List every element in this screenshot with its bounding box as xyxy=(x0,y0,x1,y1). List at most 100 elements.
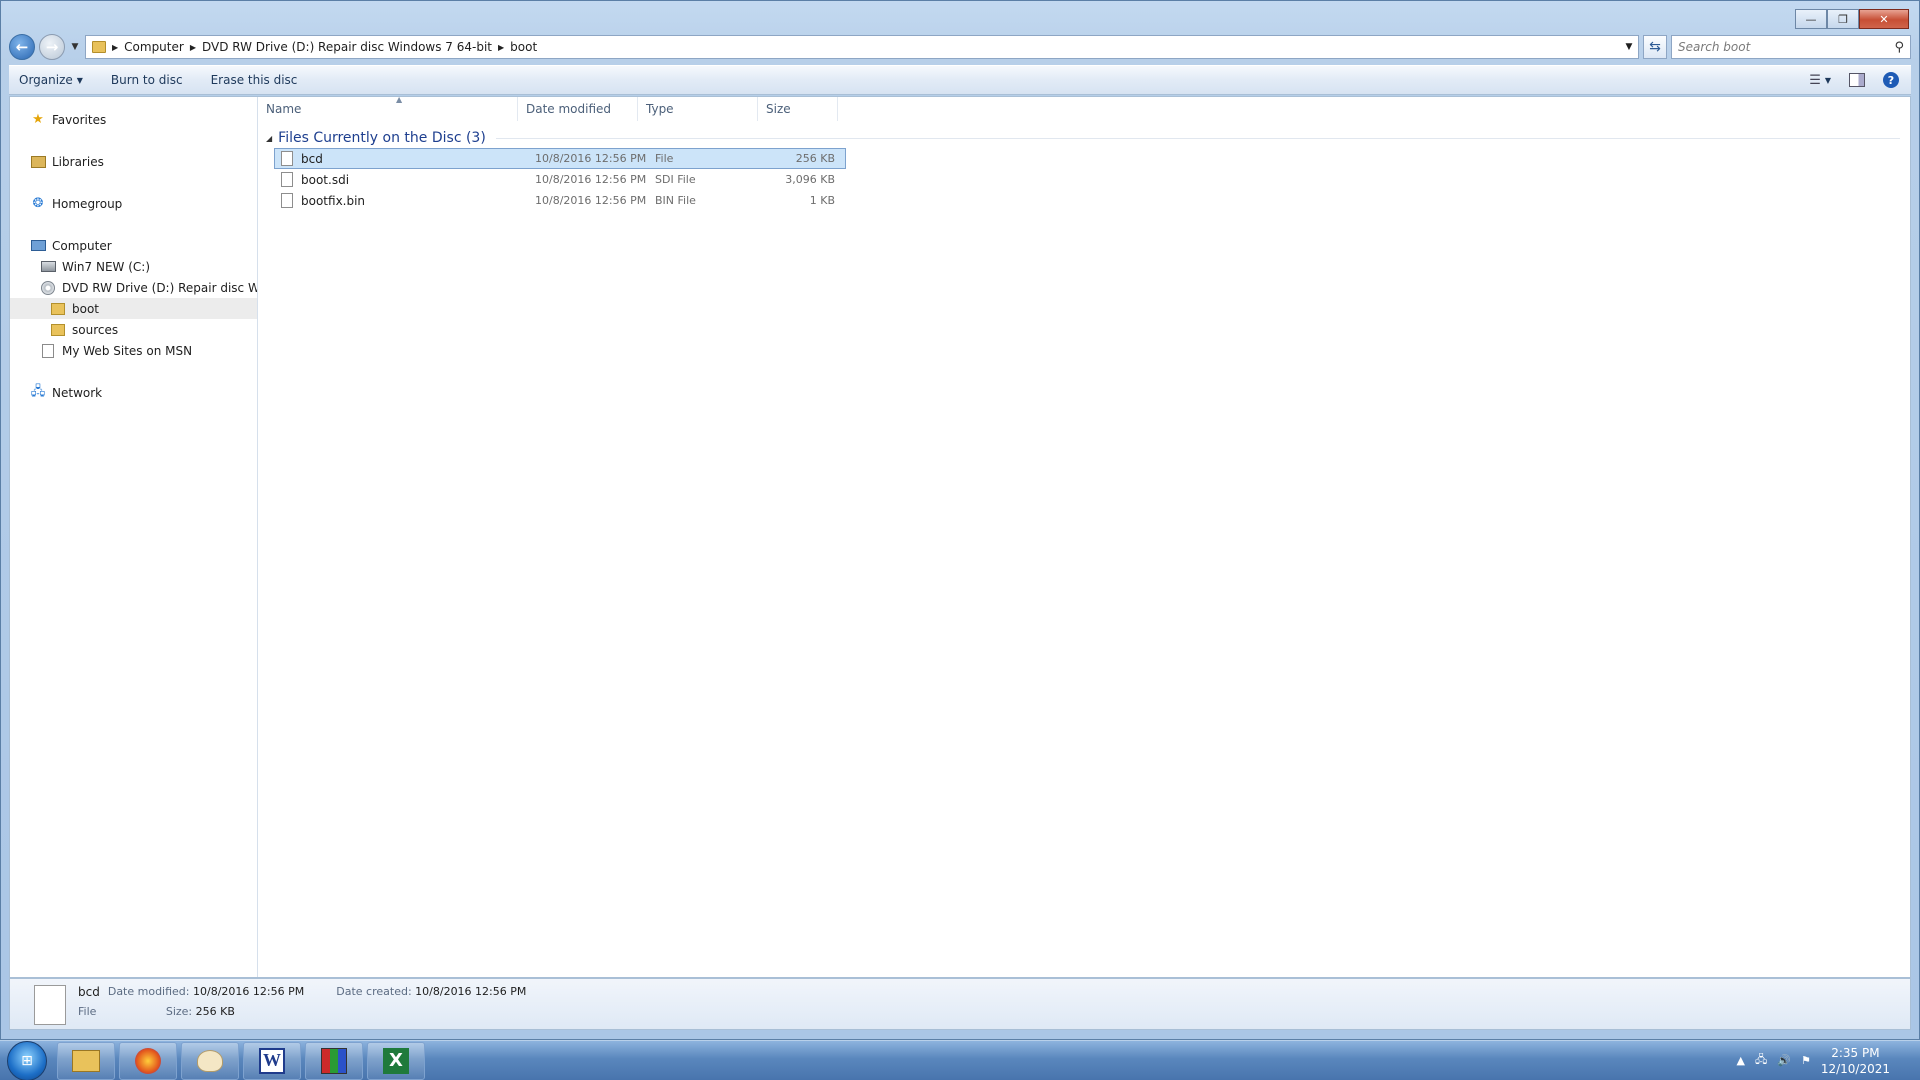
sidebar-item-homegroup[interactable]: ❂ Homegroup xyxy=(10,193,257,214)
organize-label: Organize xyxy=(19,73,73,87)
sidebar-item-computer[interactable]: Computer xyxy=(10,235,257,256)
column-size[interactable]: Size xyxy=(758,97,838,121)
taskbar-explorer[interactable] xyxy=(57,1041,115,1080)
column-type[interactable]: Type xyxy=(638,97,758,121)
burn-label: Burn to disc xyxy=(110,73,183,87)
file-date: 10/8/2016 12:56 PM xyxy=(535,152,647,165)
size-value: 256 KB xyxy=(195,1005,235,1018)
taskbar-network-app[interactable] xyxy=(305,1041,363,1080)
volume-icon[interactable]: 🔊 xyxy=(1777,1054,1791,1067)
size-field: Size: 256 KB xyxy=(108,1005,304,1018)
word-icon: W xyxy=(259,1047,285,1074)
burn-to-disc-button[interactable]: Burn to disc xyxy=(111,73,183,87)
library-icon xyxy=(30,155,46,168)
taskbar-paint[interactable] xyxy=(181,1041,239,1080)
breadcrumb-boot[interactable]: boot xyxy=(510,40,537,54)
back-arrow-icon: ← xyxy=(15,38,29,56)
search-icon[interactable]: ⚲ xyxy=(1894,40,1904,55)
file-size: 1 KB xyxy=(809,194,835,207)
file-large-icon xyxy=(34,985,66,1025)
file-type: File xyxy=(655,152,674,165)
breadcrumb-arrow-icon[interactable]: ▶ xyxy=(112,43,118,52)
clock-date: 12/10/2021 xyxy=(1820,1061,1890,1076)
forward-button[interactable]: → xyxy=(39,34,65,60)
sidebar-item-msn[interactable]: My Web Sites on MSN xyxy=(10,340,257,361)
forward-arrow-icon: → xyxy=(45,38,59,56)
taskbar-excel[interactable]: X xyxy=(367,1041,425,1080)
action-center-flag-icon[interactable]: ⚑ xyxy=(1801,1054,1811,1067)
command-bar: Organize ▼ Burn to disc Erase this disc … xyxy=(9,65,1911,95)
sidebar-item-label: Homegroup xyxy=(52,196,123,211)
address-dropdown-icon[interactable]: ▼ xyxy=(1620,42,1638,52)
caption-buttons: — ❐ ✕ xyxy=(1795,9,1909,29)
sidebar-item-boot[interactable]: boot xyxy=(10,298,257,319)
sidebar-item-sources[interactable]: sources xyxy=(10,319,257,340)
file-icon xyxy=(281,193,293,208)
navigation-bar: ← → ▼ ▶ Computer ▶ DVD RW Drive (D:) Rep… xyxy=(9,33,1911,61)
dvd-disc-icon xyxy=(41,280,55,295)
file-name: bootfix.bin xyxy=(301,193,366,208)
size-label: Size: xyxy=(165,1005,193,1018)
group-header[interactable]: ◢ Files Currently on the Disc (3) xyxy=(258,128,1910,148)
sort-ascending-icon: ▲ xyxy=(396,95,403,104)
network-app-icon xyxy=(321,1047,347,1074)
web-page-icon xyxy=(42,343,54,358)
breadcrumb-dvd-drive[interactable]: DVD RW Drive (D:) Repair disc Windows 7 … xyxy=(202,40,492,54)
sidebar-item-libraries[interactable]: Libraries xyxy=(10,151,257,172)
start-button[interactable]: ⊞ xyxy=(7,1040,47,1080)
file-list: ▲ Name Date modified Type Size ◢ Files C… xyxy=(258,95,1910,977)
search-input[interactable]: Search boot ⚲ xyxy=(1671,35,1911,59)
sidebar-item-network[interactable]: 🖧 Network xyxy=(10,382,257,403)
chevron-down-icon: ▼ xyxy=(1824,75,1831,85)
taskbar-firefox[interactable] xyxy=(119,1041,177,1080)
file-row[interactable]: bootfix.bin 10/8/2016 12:56 PM BIN File … xyxy=(274,190,846,211)
preview-pane-icon[interactable] xyxy=(1849,73,1865,87)
sidebar-item-dvd-drive[interactable]: DVD RW Drive (D:) Repair disc Windows 7 … xyxy=(10,277,257,298)
sidebar-item-label: Win7 NEW (C:) xyxy=(62,259,151,274)
file-icon xyxy=(281,172,293,187)
file-name: bcd xyxy=(301,151,323,166)
collapse-group-icon[interactable]: ◢ xyxy=(266,134,272,143)
date-modified-label: Date modified: xyxy=(107,985,190,998)
sidebar-item-label: Network xyxy=(52,385,103,400)
erase-disc-button[interactable]: Erase this disc xyxy=(211,73,298,87)
help-icon[interactable]: ? xyxy=(1883,72,1899,88)
hard-drive-icon xyxy=(40,261,56,272)
folder-icon xyxy=(92,41,106,53)
file-row[interactable]: bcd 10/8/2016 12:56 PM File 256 KB xyxy=(274,148,846,169)
breadcrumb-arrow-icon[interactable]: ▶ xyxy=(498,43,504,52)
column-date-modified[interactable]: Date modified xyxy=(518,97,638,121)
change-view-button[interactable]: ☰ ▼ xyxy=(1809,73,1831,88)
sidebar-item-favorites[interactable]: ★ Favorites xyxy=(10,109,257,130)
windows-logo-icon: ⊞ xyxy=(21,1052,33,1069)
column-name[interactable]: Name xyxy=(258,97,518,121)
view-list-icon: ☰ xyxy=(1809,72,1821,88)
minimize-button[interactable]: — xyxy=(1795,9,1827,29)
date-modified-value: 10/8/2016 12:56 PM xyxy=(193,985,305,998)
file-row[interactable]: boot.sdi 10/8/2016 12:56 PM SDI File 3,0… xyxy=(274,169,846,190)
taskbar-word[interactable]: W xyxy=(243,1041,301,1080)
sidebar-item-label: sources xyxy=(72,322,119,337)
close-button[interactable]: ✕ xyxy=(1859,9,1909,29)
back-button[interactable]: ← xyxy=(9,34,35,60)
sidebar-item-drive-c[interactable]: Win7 NEW (C:) xyxy=(10,256,257,277)
network-status-icon[interactable]: 🖧 xyxy=(1755,1051,1767,1070)
recent-pages-dropdown[interactable]: ▼ xyxy=(69,42,81,52)
file-date: 10/8/2016 12:56 PM xyxy=(535,194,647,207)
maximize-button[interactable]: ❐ xyxy=(1827,9,1859,29)
organize-button[interactable]: Organize ▼ xyxy=(19,73,83,87)
network-icon: 🖧 xyxy=(30,383,46,399)
address-bar[interactable]: ▶ Computer ▶ DVD RW Drive (D:) Repair di… xyxy=(85,35,1639,59)
breadcrumb-arrow-icon[interactable]: ▶ xyxy=(190,43,196,52)
details-file-type: File xyxy=(78,1005,97,1018)
file-type: SDI File xyxy=(655,173,696,186)
column-headers: ▲ Name Date modified Type Size xyxy=(258,95,1910,121)
firefox-icon xyxy=(135,1047,161,1074)
chevron-down-icon: ▼ xyxy=(71,42,79,52)
breadcrumb-computer[interactable]: Computer xyxy=(124,40,184,54)
show-hidden-icons-icon[interactable]: ▲ xyxy=(1737,1054,1745,1067)
refresh-button[interactable]: ⇆ xyxy=(1643,35,1667,59)
explorer-window: — ❐ ✕ ← → ▼ ▶ Computer ▶ DVD RW Drive (D… xyxy=(0,0,1920,1040)
file-size: 3,096 KB xyxy=(785,173,835,186)
clock[interactable]: 2:35 PM 12/10/2021 xyxy=(1821,1045,1890,1077)
